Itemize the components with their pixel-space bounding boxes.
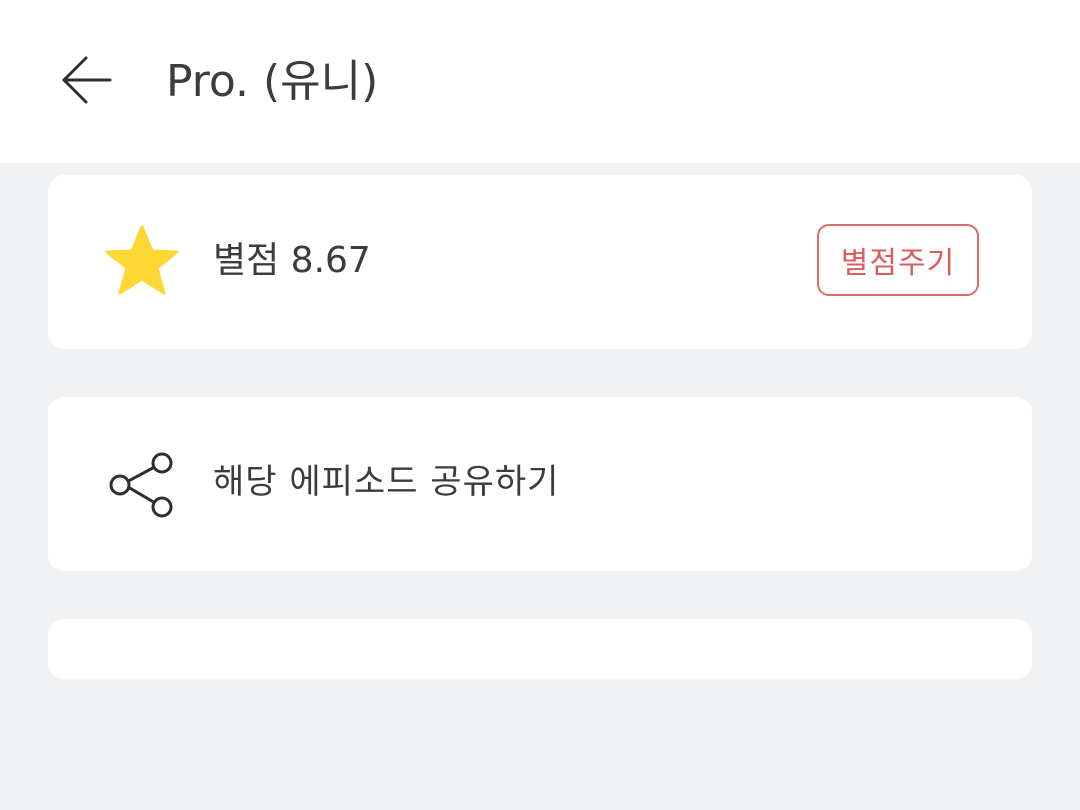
arrow-left-icon <box>62 56 112 104</box>
app-header: Pro. (유니) <box>0 0 1080 163</box>
rating-score: 별점 8.67 <box>213 240 371 281</box>
back-button[interactable] <box>48 44 120 116</box>
share-card[interactable]: 해당 에피소드 공유하기 <box>48 397 1032 571</box>
page-title: Pro. (유니) <box>166 56 379 107</box>
share-episode-label: 해당 에피소드 공유하기 <box>213 462 560 502</box>
rating-card: 별점 8.67 별점주기 <box>48 175 1032 349</box>
star-icon <box>105 225 179 295</box>
next-card <box>48 619 1032 679</box>
share-icon <box>109 452 173 518</box>
rate-button[interactable]: 별점주기 <box>817 224 979 296</box>
